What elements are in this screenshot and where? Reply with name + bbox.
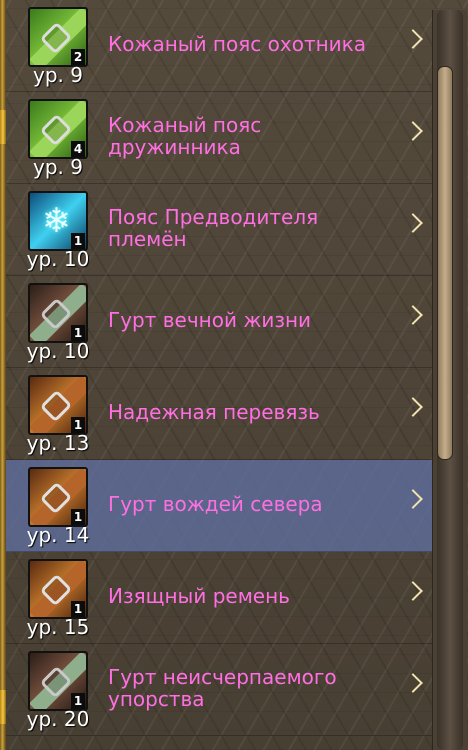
chevron-right-icon[interactable]: [403, 581, 423, 601]
item-name: Надежная перевязь: [108, 400, 320, 424]
chevron-right-icon[interactable]: [403, 213, 423, 233]
item-name: Гурт вождей севера: [108, 492, 323, 516]
list-item[interactable]: 1 ур. 20 Гурт неисчерпаемого упорства: [6, 644, 432, 736]
item-icon: 1: [28, 467, 88, 527]
scroll-thumb[interactable]: [437, 66, 453, 460]
list-item[interactable]: 2 ур. 9 Кожаный пояс охотника: [6, 0, 432, 92]
chevron-right-icon[interactable]: [403, 397, 423, 417]
list-item[interactable]: 1 ур. 14 Гурт вождей севера: [6, 460, 432, 552]
item-name: Кожаный пояс дружинника: [108, 113, 262, 159]
item-level: ур. 9: [33, 63, 83, 87]
item-level: ур. 13: [26, 431, 90, 455]
item-level: ур. 10: [26, 247, 90, 271]
item-level: ур. 9: [33, 155, 83, 179]
item-level: ур. 15: [26, 615, 90, 639]
scrollbar[interactable]: [432, 10, 467, 750]
item-icon: 2: [28, 7, 88, 67]
list-item[interactable]: ❄ 1 ур. 10 Пояс Предводителя племён: [6, 184, 432, 276]
item-name: Изящный ремень: [108, 584, 290, 608]
item-name: Кожаный пояс охотника: [108, 32, 366, 56]
snowflake-icon: ❄: [42, 201, 71, 241]
item-icon: 1: [28, 375, 88, 435]
item-icon: ❄ 1: [28, 191, 88, 251]
chevron-right-icon[interactable]: [403, 305, 423, 325]
item-icon: 4: [28, 99, 88, 159]
chevron-right-icon[interactable]: [403, 29, 423, 49]
item-icon: 1: [28, 283, 88, 343]
item-level: ур. 14: [26, 523, 90, 547]
item-name: Гурт неисчерпаемого упорства: [108, 665, 337, 711]
list-item[interactable]: 1 ур. 15 Изящный ремень: [6, 552, 432, 644]
item-name: Пояс Предводителя племён: [108, 205, 319, 251]
list-item[interactable]: 1 ур. 13 Надежная перевязь: [6, 368, 432, 460]
chevron-right-icon[interactable]: [403, 121, 423, 141]
list-item[interactable]: 1 ур. 10 Гурт вечной жизни: [6, 276, 432, 368]
chevron-right-icon[interactable]: [403, 489, 423, 509]
list-item[interactable]: 4 ур. 9 Кожаный пояс дружинника: [6, 92, 432, 184]
item-level: ур. 20: [26, 707, 90, 731]
chevron-right-icon[interactable]: [403, 673, 423, 693]
item-icon: 1: [28, 651, 88, 711]
item-icon: 1: [28, 559, 88, 619]
item-level: ур. 10: [26, 339, 90, 363]
item-name: Гурт вечной жизни: [108, 308, 312, 332]
